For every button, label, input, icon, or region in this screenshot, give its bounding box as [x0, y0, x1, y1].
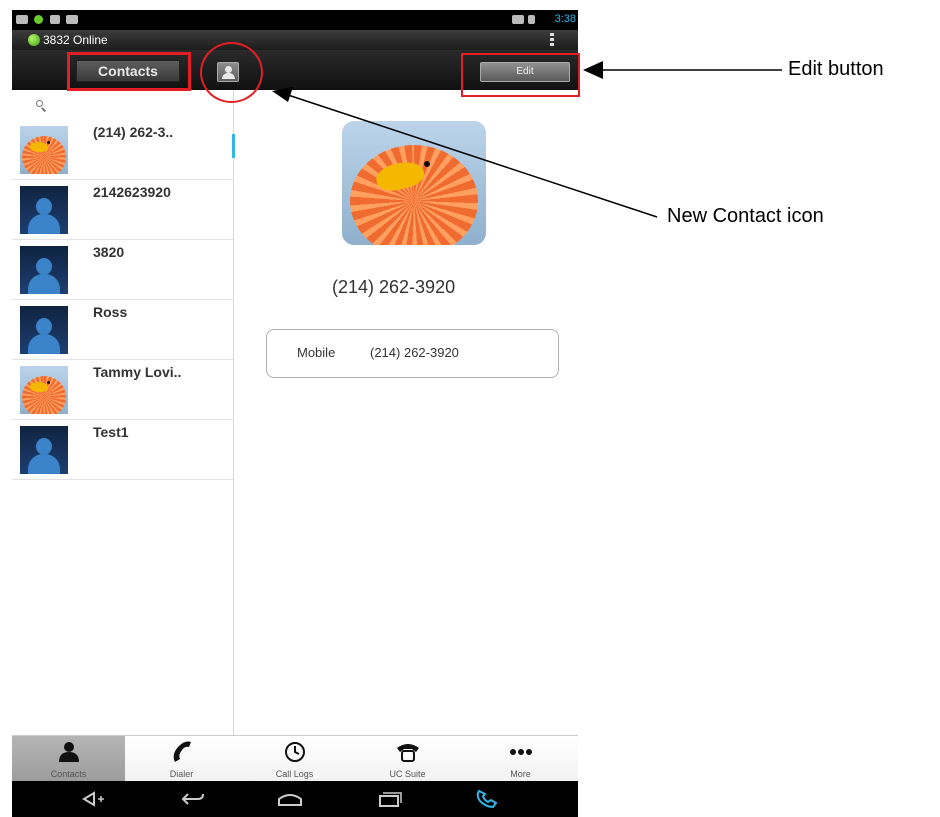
edit-button-callout: Edit button [788, 58, 884, 80]
new-contact-icon-callout: New Contact icon [667, 205, 824, 227]
edit-button-arrowhead [583, 61, 603, 79]
new-contact-pointer-line [284, 93, 658, 218]
annotation-arrows [272, 61, 782, 218]
new-contact-arrowhead [272, 87, 293, 102]
